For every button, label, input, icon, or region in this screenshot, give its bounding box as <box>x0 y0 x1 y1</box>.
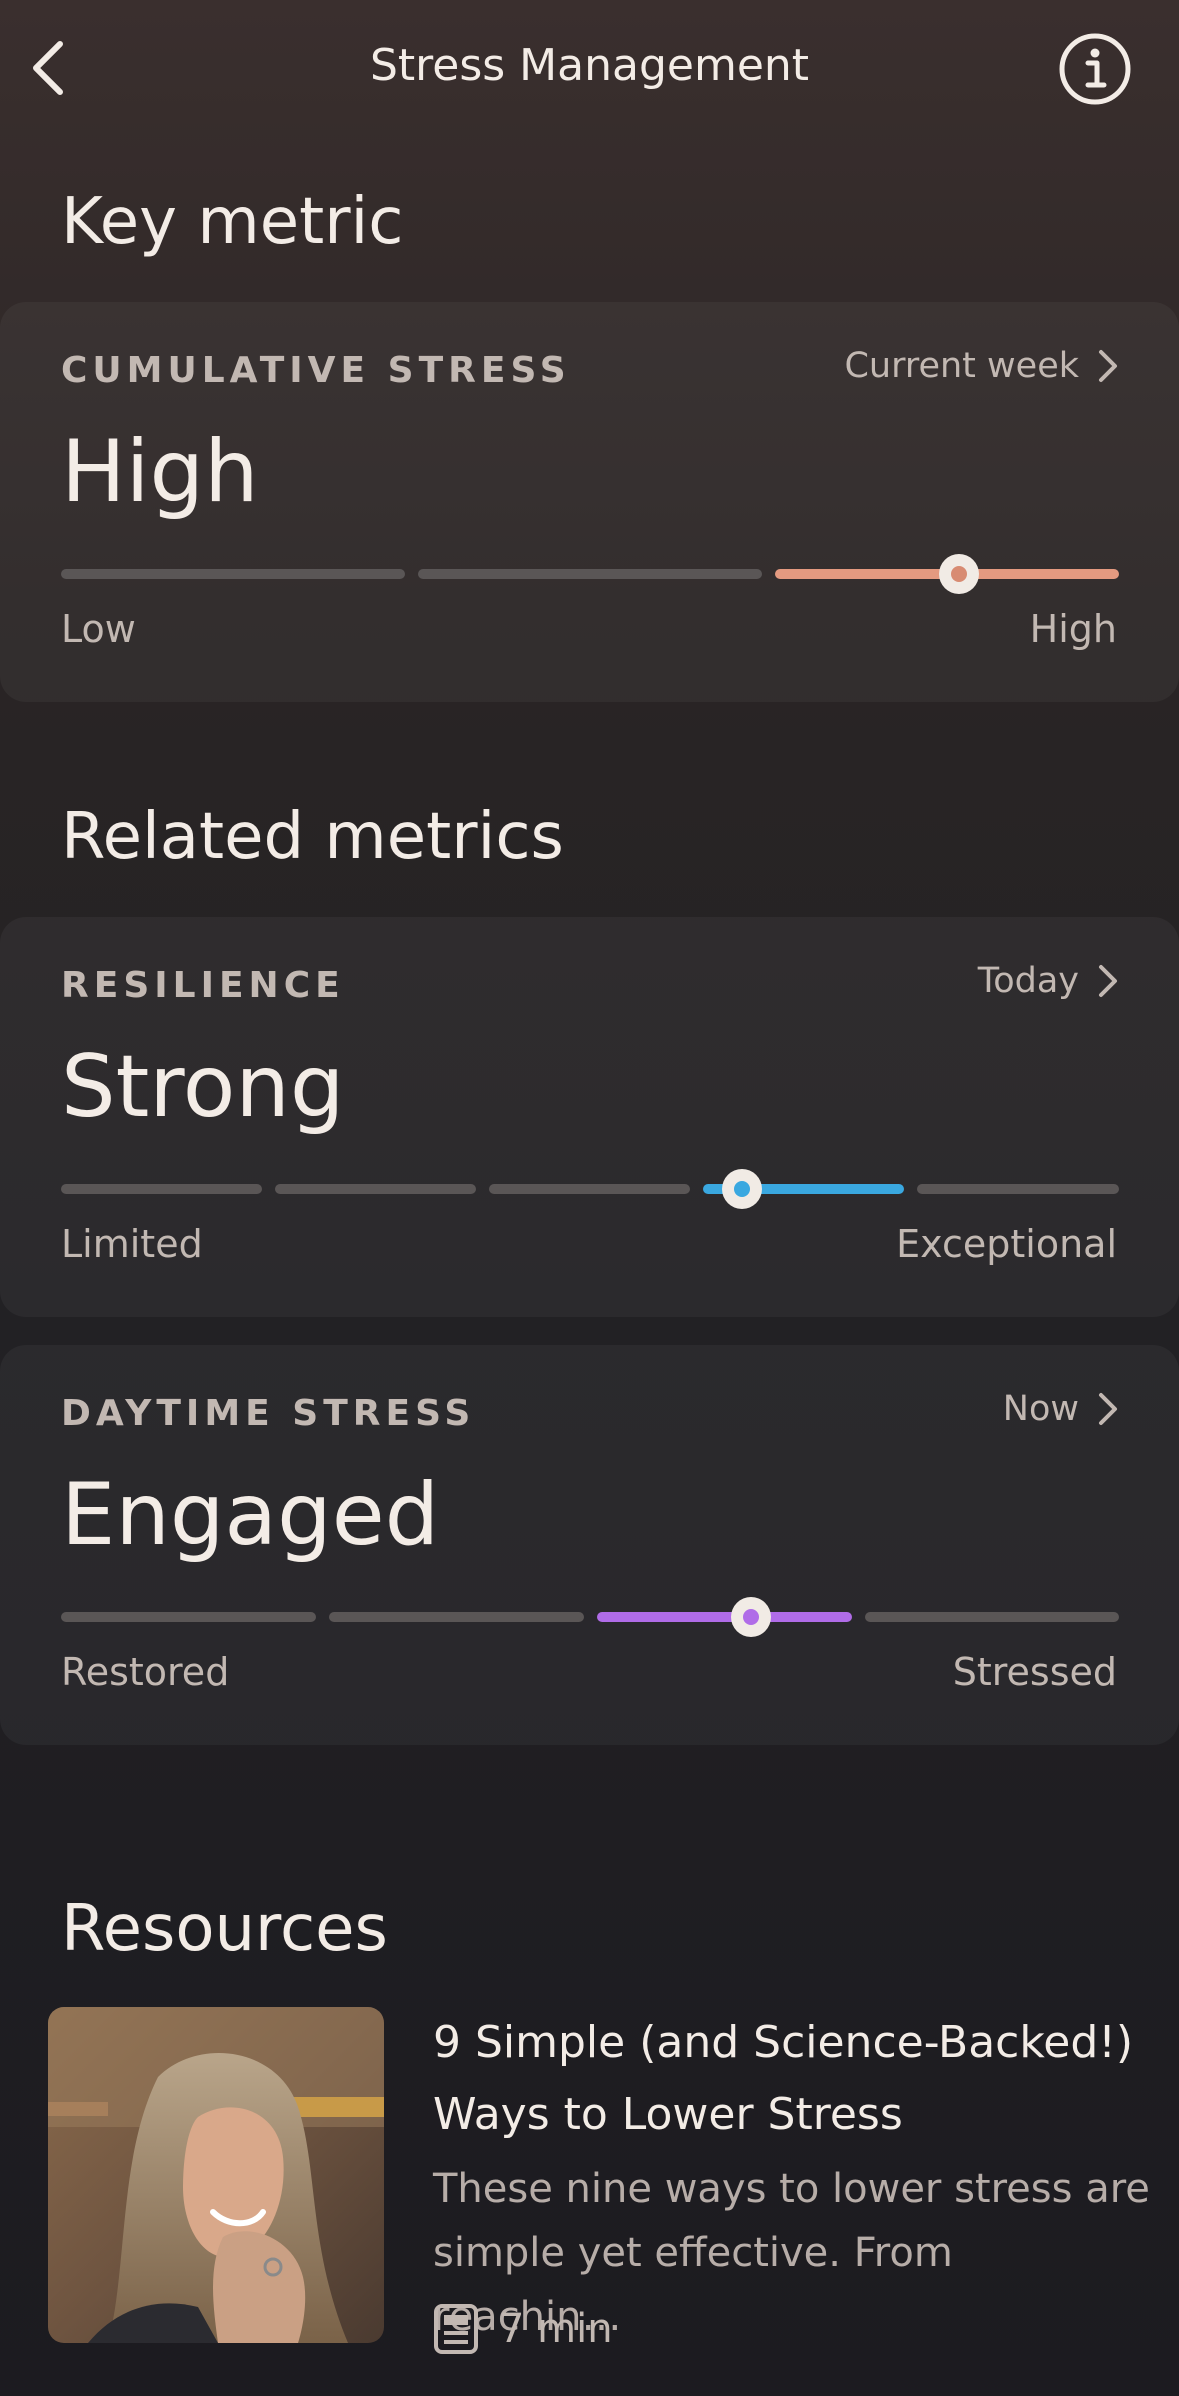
cumulative-stress-card[interactable]: CUMULATIVE STRESS Current week High Low … <box>0 302 1179 702</box>
level-indicator <box>939 554 979 594</box>
bar-segment-active <box>597 1612 852 1622</box>
scale-min-label: Limited <box>61 1222 203 1266</box>
card-label: RESILIENCE <box>61 965 345 1006</box>
level-bar <box>61 1169 1119 1209</box>
article-thumbnail <box>48 2007 384 2343</box>
bar-segment <box>61 569 405 579</box>
related-metrics-heading: Related metrics <box>61 800 564 874</box>
period-label: Today <box>977 961 1079 1001</box>
info-button[interactable] <box>1058 32 1132 106</box>
read-time: 7 min <box>433 2303 613 2355</box>
card-label: CUMULATIVE STRESS <box>61 350 571 391</box>
info-circle-icon <box>1059 33 1131 105</box>
metric-value: Strong <box>61 1037 345 1137</box>
level-bar <box>61 554 1119 594</box>
scale-min-label: Low <box>61 607 136 651</box>
scale-max-label: Stressed <box>952 1650 1117 1694</box>
bar-segment <box>275 1184 476 1194</box>
page-title: Stress Management <box>369 40 810 91</box>
daytime-stress-card[interactable]: DAYTIME STRESS Now Engaged Restored Stre… <box>0 1345 1179 1745</box>
bar-segment <box>329 1612 584 1622</box>
bar-segment <box>865 1612 1119 1622</box>
period-link[interactable]: Current week <box>844 346 1119 386</box>
scale-max-label: High <box>1029 607 1117 651</box>
level-indicator <box>722 1169 762 1209</box>
level-indicator <box>731 1597 771 1637</box>
chevron-right-icon <box>1099 1393 1117 1425</box>
period-link[interactable]: Now <box>1003 1389 1119 1429</box>
card-label: DAYTIME STRESS <box>61 1393 476 1434</box>
bar-segment <box>61 1612 316 1622</box>
level-bar <box>61 1597 1119 1637</box>
bar-segment <box>418 569 762 579</box>
bar-segment <box>489 1184 690 1194</box>
period-link[interactable]: Today <box>978 961 1119 1001</box>
chevron-right-icon <box>1099 350 1117 382</box>
bar-segment <box>917 1184 1119 1194</box>
read-time-label: 7 min <box>499 2306 613 2352</box>
chevron-right-icon <box>1099 965 1117 997</box>
metric-value: Engaged <box>61 1465 440 1565</box>
resilience-card[interactable]: RESILIENCE Today Strong Limited Exceptio… <box>0 917 1179 1317</box>
article-icon <box>434 2304 478 2354</box>
scale-max-label: Exceptional <box>896 1222 1117 1266</box>
period-label: Now <box>1002 1389 1079 1429</box>
scale-min-label: Restored <box>61 1650 230 1694</box>
top-bar: Stress Management <box>0 0 1179 140</box>
bar-segment <box>61 1184 262 1194</box>
key-metric-heading: Key metric <box>61 185 404 259</box>
metric-value: High <box>61 422 259 522</box>
period-label: Current week <box>844 346 1079 386</box>
resources-heading: Resources <box>61 1892 388 1966</box>
resource-article-card[interactable]: 9 Simple (and Science-Backed!) Ways to L… <box>48 2007 1150 2354</box>
article-title: 9 Simple (and Science-Backed!) Ways to L… <box>433 2017 1134 2140</box>
